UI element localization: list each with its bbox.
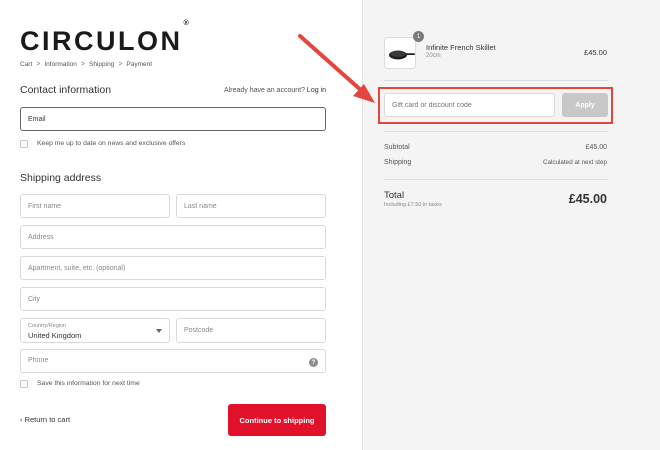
divider <box>384 179 608 180</box>
phone-field[interactable]: Phone ? <box>20 349 326 373</box>
chevron-left-icon: ‹ <box>20 415 23 424</box>
chevron-right-icon: > <box>80 61 85 68</box>
city-field[interactable]: City <box>20 287 326 311</box>
newsletter-label: Keep me up to date on news and exclusive… <box>37 140 186 147</box>
shipping-label: Shipping <box>384 159 412 166</box>
skillet-icon <box>389 50 415 60</box>
first-name-placeholder: First name <box>28 202 62 210</box>
subtotal-label: Subtotal <box>384 144 410 151</box>
brand-logo[interactable]: CIRCULON® <box>20 20 189 56</box>
breadcrumb-cart[interactable]: Cart <box>20 61 32 68</box>
email-placeholder: Email <box>28 115 46 123</box>
phone-placeholder: Phone <box>28 357 49 364</box>
save-info-label: Save this information for next time <box>37 380 140 387</box>
return-to-cart-label: Return to cart <box>24 415 71 424</box>
email-field[interactable]: Email <box>20 107 326 131</box>
breadcrumb-information: Information <box>44 61 77 68</box>
product-variant: 20cm <box>426 53 441 59</box>
product-name: Infinite French Skillet <box>426 43 496 52</box>
annotation-highlight-box <box>378 87 613 124</box>
newsletter-checkbox[interactable] <box>20 140 28 148</box>
return-to-cart-link[interactable]: ‹ Return to cart <box>20 415 70 424</box>
country-value: United Kingdom <box>28 331 82 340</box>
account-prompt-text: Already have an account? <box>224 87 305 94</box>
postcode-placeholder: Postcode <box>184 327 214 334</box>
breadcrumb-payment: Payment <box>126 61 153 68</box>
account-prompt: Already have an account? Log in <box>224 87 326 94</box>
chevron-down-icon <box>156 329 162 333</box>
divider <box>384 80 608 81</box>
product-price: £45.00 <box>584 48 607 57</box>
chevron-right-icon: > <box>118 61 123 68</box>
checkout-form-panel: CIRCULON® Cart > Information > Shipping … <box>0 0 362 450</box>
last-name-placeholder: Last name <box>184 202 217 210</box>
continue-to-shipping-button[interactable]: Continue to shipping <box>228 404 326 436</box>
logo-text: CIRCULON <box>20 26 183 56</box>
total-taxes-note: Including £7.50 in taxes <box>384 202 442 208</box>
save-info-checkbox[interactable] <box>20 380 28 388</box>
shipping-value: Calculated at next step <box>542 159 607 166</box>
total-label: Total <box>384 190 405 201</box>
chevron-right-icon: > <box>36 61 41 68</box>
breadcrumb: Cart > Information > Shipping > Payment <box>20 61 152 68</box>
registered-mark: ® <box>183 20 189 27</box>
country-select[interactable]: Country/Region United Kingdom <box>20 318 170 343</box>
login-link[interactable]: Log in <box>307 87 326 94</box>
first-name-field[interactable]: First name <box>20 194 170 218</box>
apartment-field[interactable]: Apartment, suite, etc. (optional) <box>20 256 326 280</box>
help-icon[interactable]: ? <box>309 358 318 367</box>
address-placeholder: Address <box>28 233 54 241</box>
product-thumbnail <box>384 37 416 69</box>
total-value: £45.00 <box>568 192 607 206</box>
postcode-field[interactable]: Postcode <box>176 318 326 343</box>
shipping-heading: Shipping address <box>20 172 102 184</box>
subtotal-value: £45.00 <box>585 144 607 151</box>
breadcrumb-shipping: Shipping <box>89 61 115 68</box>
last-name-field[interactable]: Last name <box>176 194 326 218</box>
divider <box>384 131 608 132</box>
city-placeholder: City <box>28 295 41 303</box>
apartment-placeholder: Apartment, suite, etc. (optional) <box>28 264 126 272</box>
country-label: Country/Region <box>28 323 67 329</box>
address-field[interactable]: Address <box>20 225 326 249</box>
contact-heading: Contact information <box>20 84 112 96</box>
quantity-badge: 1 <box>413 31 424 42</box>
